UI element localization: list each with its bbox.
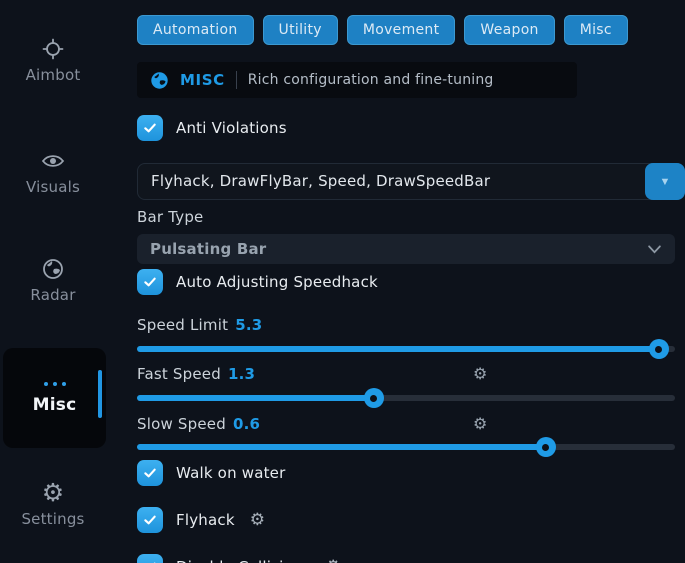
sidebar-item-label: Visuals bbox=[26, 178, 80, 196]
slider-speed-limit[interactable] bbox=[137, 346, 675, 352]
section-title: MISC bbox=[180, 71, 225, 89]
sidebar-item-label: Settings bbox=[21, 510, 84, 528]
tab-weapon[interactable]: Weapon bbox=[464, 15, 554, 45]
triangle-down-icon: ▼ bbox=[660, 176, 671, 188]
gear-icon[interactable]: ⚙ bbox=[473, 414, 488, 433]
toggle-row-disable-collisions: Disable Collisions ⚙ bbox=[137, 554, 685, 563]
gear-icon[interactable]: ⚙ bbox=[473, 364, 488, 383]
globe-icon bbox=[42, 257, 64, 281]
gear-icon[interactable]: ⚙ bbox=[250, 510, 265, 530]
tab-movement[interactable]: Movement bbox=[347, 15, 456, 45]
cheat-menu-window: Aimbot Visuals Radar Misc bbox=[0, 0, 685, 563]
toggle-label: Disable Collisions bbox=[176, 558, 311, 563]
bar-type-label: Bar Type bbox=[137, 208, 685, 225]
slider-row-slow-speed: Slow Speed 0.6 ⚙ bbox=[137, 414, 675, 433]
slider-fast-speed[interactable] bbox=[137, 395, 675, 401]
slider-value: 0.6 bbox=[233, 415, 260, 433]
slider-thumb[interactable] bbox=[364, 388, 384, 408]
chevron-down-icon bbox=[647, 245, 662, 254]
sidebar-item-misc-selected[interactable]: Misc bbox=[3, 348, 106, 448]
sidebar-item-aimbot[interactable]: Aimbot bbox=[0, 37, 106, 84]
active-indicator bbox=[98, 370, 102, 418]
toggle-label: Walk on water bbox=[176, 464, 285, 482]
eye-icon bbox=[41, 149, 65, 173]
crosshair-icon bbox=[42, 37, 64, 61]
toggle-row-flyhack: Flyhack ⚙ bbox=[137, 507, 685, 533]
slider-fill bbox=[137, 346, 659, 352]
slider-row-fast-speed: Fast Speed 1.3 ⚙ bbox=[137, 364, 675, 383]
slider-value: 5.3 bbox=[235, 316, 262, 334]
select-value: Pulsating Bar bbox=[150, 240, 266, 258]
sidebar-item-label: Aimbot bbox=[26, 66, 81, 84]
sidebar-item-visuals[interactable]: Visuals bbox=[0, 149, 106, 196]
toggle-label: Flyhack bbox=[176, 511, 235, 529]
slider-label: Speed Limit bbox=[137, 316, 228, 334]
bar-type-select[interactable]: Pulsating Bar bbox=[137, 234, 675, 264]
sidebar: Aimbot Visuals Radar Misc bbox=[0, 0, 118, 563]
slider-label: Slow Speed bbox=[137, 415, 226, 433]
slider-thumb[interactable] bbox=[649, 339, 669, 359]
checkbox-checked[interactable] bbox=[137, 460, 163, 486]
ellipsis-icon bbox=[44, 382, 66, 386]
toggle-label: Anti Violations bbox=[176, 119, 287, 137]
checkbox-checked[interactable] bbox=[137, 554, 163, 563]
tab-bar: Automation Utility Movement Weapon Misc bbox=[137, 15, 685, 45]
slider-thumb[interactable] bbox=[536, 437, 556, 457]
slider-value: 1.3 bbox=[228, 365, 255, 383]
sidebar-item-radar[interactable]: Radar bbox=[0, 257, 106, 304]
toggle-row-anti-violations: Anti Violations bbox=[137, 115, 685, 141]
gear-icon: ⚙ bbox=[42, 481, 65, 505]
tab-automation[interactable]: Automation bbox=[137, 15, 254, 45]
slider-fill bbox=[137, 395, 374, 401]
globe-icon bbox=[150, 71, 169, 90]
feature-multiselect[interactable]: Flyhack, DrawFlyBar, Speed, DrawSpeedBar… bbox=[137, 163, 685, 200]
toggle-row-auto-adjusting: Auto Adjusting Speedhack bbox=[137, 269, 685, 295]
toggle-row-walk-on-water: Walk on water bbox=[137, 460, 685, 486]
sidebar-item-label: Radar bbox=[30, 286, 75, 304]
section-header: MISC Rich configuration and fine-tuning bbox=[137, 62, 577, 98]
checkbox-checked[interactable] bbox=[137, 115, 163, 141]
sidebar-item-label: Misc bbox=[33, 395, 77, 415]
checkbox-checked[interactable] bbox=[137, 507, 163, 533]
section-subtitle: Rich configuration and fine-tuning bbox=[248, 72, 494, 88]
sidebar-item-settings[interactable]: ⚙ Settings bbox=[0, 481, 106, 528]
tab-misc[interactable]: Misc bbox=[564, 15, 628, 45]
multiselect-value: Flyhack, DrawFlyBar, Speed, DrawSpeedBar bbox=[138, 164, 684, 199]
slider-label: Fast Speed bbox=[137, 365, 221, 383]
divider bbox=[236, 71, 237, 89]
tab-utility[interactable]: Utility bbox=[263, 15, 338, 45]
slider-slow-speed[interactable] bbox=[137, 444, 675, 450]
toggle-label: Auto Adjusting Speedhack bbox=[176, 273, 378, 291]
slider-row-speed-limit: Speed Limit 5.3 bbox=[137, 315, 675, 334]
dropdown-open-button[interactable]: ▼ bbox=[645, 163, 685, 200]
main-panel: Automation Utility Movement Weapon Misc … bbox=[137, 0, 685, 563]
gear-icon[interactable]: ⚙ bbox=[326, 557, 341, 563]
slider-fill bbox=[137, 444, 546, 450]
checkbox-checked[interactable] bbox=[137, 269, 163, 295]
